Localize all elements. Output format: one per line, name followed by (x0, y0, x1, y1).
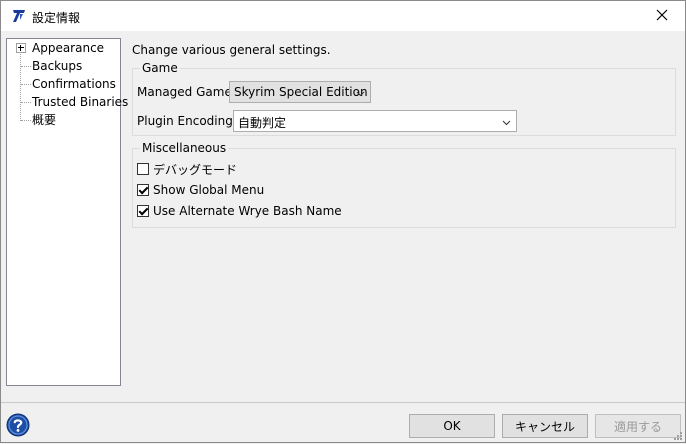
page-heading: Change various general settings. (132, 43, 331, 57)
cancel-button[interactable]: キャンセル (502, 414, 588, 438)
wrye-bash-app-icon (11, 8, 27, 24)
settings-dialog: 設定情報 Appearance Backups Confirmations Tr… (0, 0, 686, 443)
tree-connector (21, 66, 31, 67)
show-global-menu-label: Show Global Menu (153, 183, 265, 197)
title-bar: 設定情報 (1, 1, 685, 31)
tree-item-appearance[interactable]: Appearance (32, 39, 104, 57)
managed-game-value: Skyrim Special Edition (234, 85, 368, 99)
help-icon (6, 413, 30, 437)
settings-tree[interactable]: Appearance Backups Confirmations Trusted… (6, 38, 128, 386)
apply-button[interactable]: 適用する (595, 414, 681, 438)
tree-item-confirmations[interactable]: Confirmations (32, 75, 116, 93)
expand-plus-icon[interactable] (16, 43, 26, 53)
checkbox-box[interactable] (137, 205, 149, 217)
chevron-down-icon (502, 116, 511, 126)
close-button[interactable] (639, 1, 685, 31)
chevron-down-icon (356, 87, 365, 97)
debug-mode-label: デバッグモード (153, 162, 238, 177)
game-group-title: Game (140, 61, 180, 75)
plugin-encoding-select[interactable]: 自動判定 (233, 110, 517, 132)
debug-mode-checkbox[interactable]: デバッグモード (137, 161, 237, 177)
alternate-name-checkbox[interactable]: Use Alternate Wrye Bash Name (137, 203, 342, 219)
plugin-encoding-value: 自動判定 (238, 116, 287, 130)
tree-item-general[interactable]: 概要 (32, 111, 56, 129)
ok-button[interactable]: OK (409, 414, 495, 438)
show-global-menu-checkbox[interactable]: Show Global Menu (137, 182, 264, 198)
tree-connector (21, 84, 31, 85)
game-groupbox: Game Managed Game: Skyrim Special Editio… (132, 61, 676, 136)
plugin-encoding-label: Plugin Encoding: (137, 114, 237, 128)
help-button[interactable] (6, 413, 30, 437)
misc-group-title: Miscellaneous (140, 141, 229, 155)
managed-game-select[interactable]: Skyrim Special Edition (229, 81, 371, 103)
checkbox-box[interactable] (137, 163, 149, 175)
tree-item-backups[interactable]: Backups (32, 57, 82, 75)
tree-connector (21, 120, 31, 121)
misc-groupbox: Miscellaneous デバッグモード Show Global Menu U… (132, 141, 676, 228)
managed-game-label: Managed Game: (137, 85, 236, 99)
alternate-name-label: Use Alternate Wrye Bash Name (153, 204, 342, 218)
tree-item-trusted-binaries[interactable]: Trusted Binaries (32, 93, 128, 111)
close-icon (656, 9, 668, 24)
tree-connector (20, 49, 21, 121)
tree-connector (21, 102, 31, 103)
footer-divider (1, 402, 685, 403)
resize-grip-icon[interactable] (673, 430, 683, 440)
checkbox-box[interactable] (137, 184, 149, 196)
window-title: 設定情報 (32, 11, 81, 25)
